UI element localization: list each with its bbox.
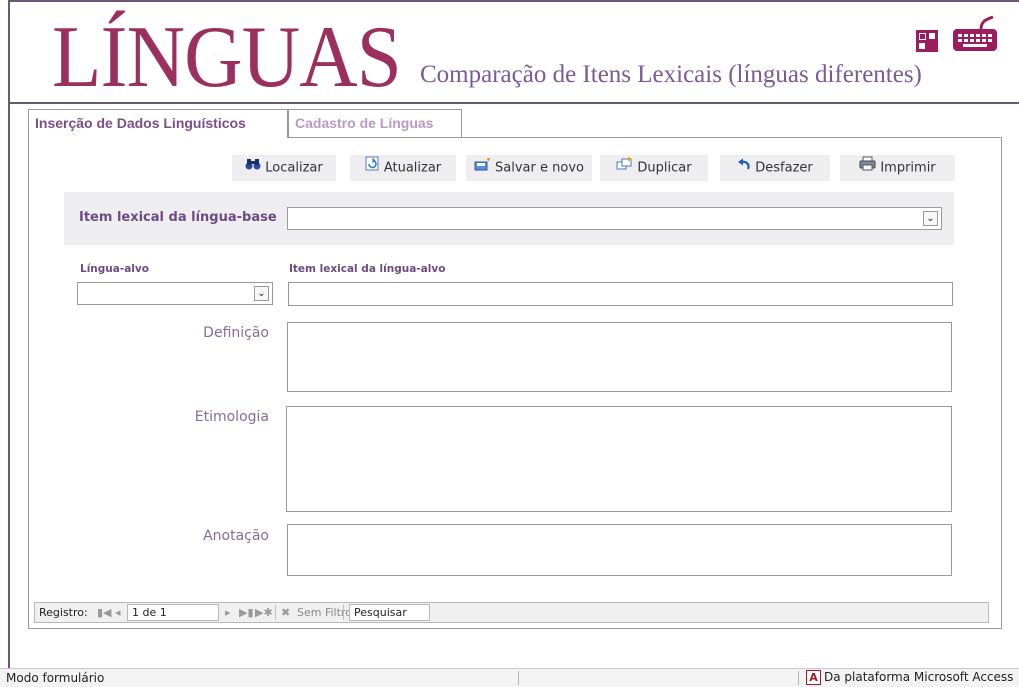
target-item-label: Item lexical da língua-alvo [289,263,446,275]
refresh-button[interactable]: Atualizar [350,155,456,181]
next-record-icon[interactable]: ▸ [225,606,231,619]
app-logo: LÍNGUAS [52,9,402,106]
last-record-icon[interactable]: ▶▮ [239,606,254,619]
platform-info: A Da plataforma Microsoft Access [806,670,1013,685]
duplicate-label: Duplicar [637,160,692,176]
platform-text: Da plataforma Microsoft Access [824,670,1014,684]
annotation-field[interactable] [287,524,952,576]
form-subtitle: Comparação de Itens Lexicais (línguas di… [420,61,922,88]
duplicate-icon [616,155,633,181]
new-record-icon[interactable]: ▶✱ [255,606,273,619]
target-language-combobox[interactable]: ⌄ [77,282,273,305]
duplicate-button[interactable]: Duplicar [600,155,708,181]
target-language-label: Língua-alvo [80,263,149,275]
chevron-down-icon[interactable]: ⌄ [923,211,938,226]
save-new-button[interactable]: Salvar e novo [466,155,592,181]
base-item-label: Item lexical da língua-base [79,210,277,225]
undo-icon [737,155,751,181]
base-item-combobox[interactable]: ⌄ [287,207,942,230]
print-label: Imprimir [880,160,936,176]
tab-insercao-dados[interactable]: Inserção de Dados Linguísticos [28,109,288,138]
etymology-field[interactable] [286,406,952,512]
status-bar: Modo formulário A Da plataforma Microsoft… [0,668,1019,687]
refresh-label: Atualizar [383,160,442,176]
previous-record-icon[interactable]: ◂ [115,606,121,619]
save-new-label: Salvar e novo [495,160,584,176]
refresh-icon [365,155,380,181]
keyboard-icon[interactable] [951,15,999,53]
printer-icon [859,155,876,181]
current-record-input[interactable]: 1 de 1 [127,604,219,621]
tab-cadastro-linguas[interactable]: Cadastro de Línguas [288,109,462,137]
binoculars-icon [245,155,261,181]
first-record-icon[interactable]: ▮◀ [97,606,112,619]
chevron-down-icon[interactable]: ⌄ [254,286,269,301]
annotation-label: Anotação [203,528,269,544]
record-label: Registro: [39,606,88,619]
definition-label: Definição [203,325,269,341]
save-new-icon [474,155,491,181]
record-navigator: Registro: ▮◀ ◂ 1 de 1 ▸ ▶▮ ▶✱ ✖ Sem Filt… [34,602,989,623]
header-divider [8,102,1019,104]
layout-grid-icon[interactable] [916,30,938,52]
definition-field[interactable] [287,322,952,392]
find-button[interactable]: Localizar [232,155,336,181]
undo-label: Desfazer [755,160,813,176]
search-input[interactable]: Pesquisar [349,604,430,621]
undo-button[interactable]: Desfazer [720,155,830,181]
access-logo-icon: A [806,670,821,685]
filter-icon[interactable]: ✖ [281,606,290,619]
target-item-field[interactable] [288,282,953,306]
find-label: Localizar [265,160,323,176]
print-button[interactable]: Imprimir [840,155,955,181]
view-mode-text: Modo formulário [6,671,105,685]
etymology-label: Etimologia [194,409,269,425]
